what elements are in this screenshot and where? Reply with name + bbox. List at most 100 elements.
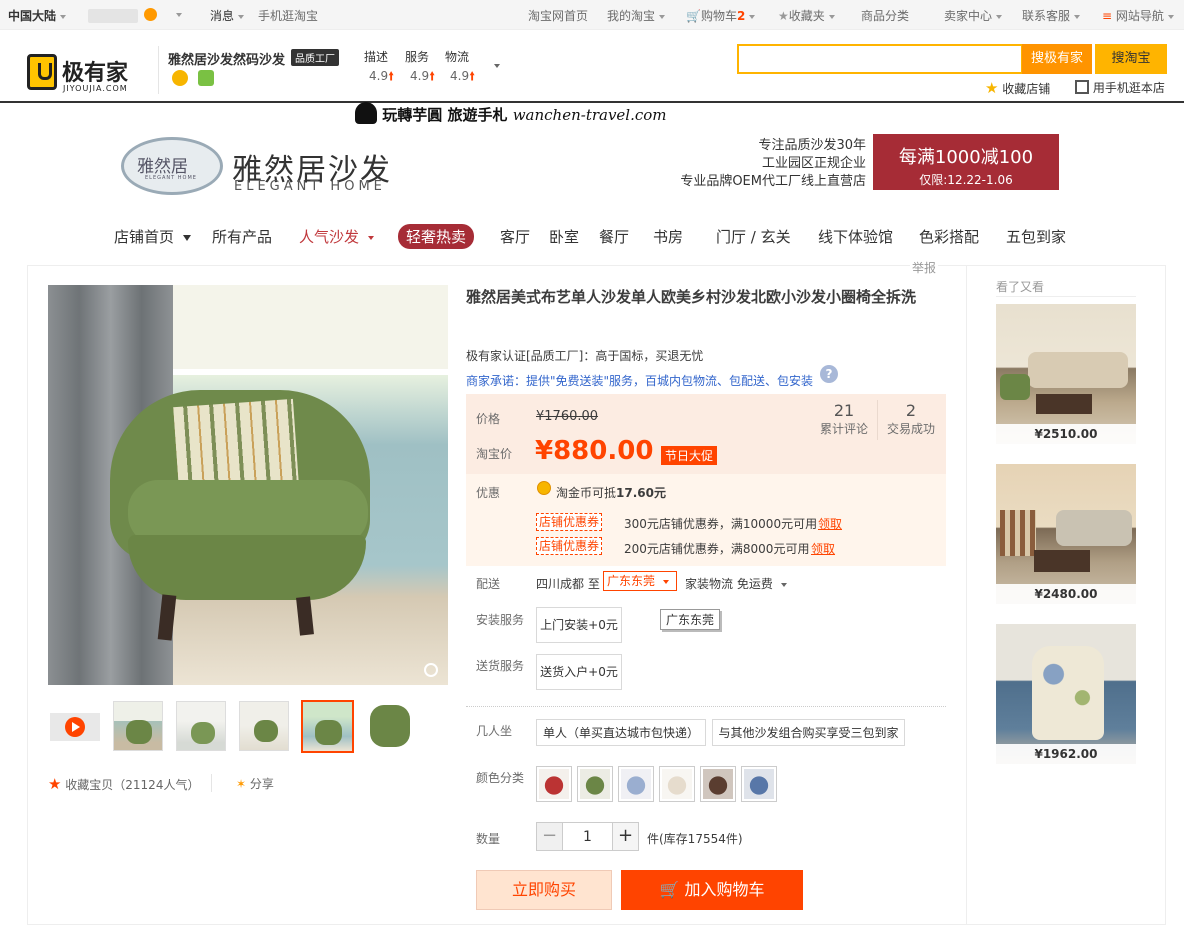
nav-entrance[interactable]: 门厅 / 玄关 [716, 226, 791, 247]
username-blurred[interactable] [88, 9, 138, 23]
menu-icon: ≡ [1102, 9, 1113, 23]
nav-light-luxury[interactable]: 轻奢热卖 [398, 224, 475, 249]
main-product-image[interactable] [48, 285, 448, 685]
pig-icon [355, 102, 377, 124]
seller-promise[interactable]: 商家承诺：提供"免费送装"服务，百城内包物流、包配送、包安装 [466, 372, 813, 389]
color-swatch-green[interactable] [577, 766, 613, 802]
up-arrow-icon: 🠙 [469, 69, 476, 83]
thumb-2[interactable] [176, 701, 226, 751]
search-input[interactable] [737, 44, 1023, 74]
color-swatch-floral[interactable] [741, 766, 777, 802]
watermark: 玩轉芋圓 旅遊手札 wanchen-travel.com [355, 102, 667, 125]
customer-service-link[interactable]: 联系客服 [1022, 7, 1081, 24]
seat-option-single[interactable]: 单人（单买直达城市包快递） [536, 719, 706, 746]
nav-all-products[interactable]: 所有产品 [212, 226, 272, 247]
delivery-destination-select[interactable]: 广东东莞 [603, 571, 677, 591]
nav-bedroom[interactable]: 卧室 [549, 226, 579, 247]
festival-sale-badge: 节日大促 [661, 446, 718, 465]
buy-now-button[interactable]: 立即购买 [476, 870, 612, 910]
star-icon: ★ [985, 79, 999, 97]
site-nav-link[interactable]: ≡ 网站导航 [1102, 7, 1174, 24]
shop-name[interactable]: 雅然居沙发然码沙发 [168, 49, 285, 68]
color-label: 颜色分类 [476, 771, 525, 785]
brand-oval-text: 雅然居 [137, 157, 188, 177]
recommend-item-3[interactable]: ¥1962.00 [996, 624, 1136, 764]
categories-link[interactable]: 商品分类 [861, 7, 909, 24]
nav-living-room[interactable]: 客厅 [500, 226, 530, 247]
add-to-cart-button[interactable]: 🛒 加入购物车 [621, 870, 803, 910]
install-option[interactable]: 上门安装+0元 [536, 607, 622, 643]
quality-factory-badge: 品质工厂 [291, 49, 339, 66]
seat-option-combo[interactable]: 与其他沙发组合购买享受三包到家 [712, 719, 905, 746]
gold-medal-icon [172, 70, 188, 86]
price-label: 价格 [476, 412, 501, 426]
promo-banner[interactable]: 每满1000减100 仅限:12.22-1.06 [873, 134, 1059, 190]
thumb-3[interactable] [239, 701, 289, 751]
qty-plus-button[interactable]: + [612, 822, 639, 851]
stock-text: 件(库存17554件) [647, 832, 743, 846]
mobile-shop-link[interactable]: 用手机逛本店 [1075, 79, 1165, 96]
coin-icon [537, 481, 551, 495]
delivery-from: 四川成都 至 [536, 577, 600, 591]
delivery-method[interactable]: 家装物流 免运费 [685, 575, 787, 592]
nav-home[interactable]: 店铺首页 [114, 226, 191, 247]
cart-icon: 🛒 [686, 9, 701, 23]
user-dropdown-chevron-icon[interactable] [172, 7, 182, 21]
messages-link[interactable]: 消息 [210, 7, 245, 24]
up-arrow-icon: 🠙 [429, 69, 436, 83]
color-swatch-blue-stripe[interactable] [618, 766, 654, 802]
delivery-label: 配送 [476, 577, 501, 591]
share-link[interactable]: ✶ 分享 [236, 775, 274, 792]
seller-center-link[interactable]: 卖家中心 [944, 7, 1003, 24]
qty-minus-button[interactable]: − [536, 822, 563, 851]
color-swatch-brown[interactable] [700, 766, 736, 802]
help-icon[interactable]: ? [820, 365, 838, 383]
search-jiyoujia-button[interactable]: 搜极有家 [1022, 44, 1092, 74]
divider [996, 296, 1136, 297]
nav-delivery[interactable]: 五包到家 [1006, 226, 1066, 247]
claim-coupon-2-button[interactable]: 领取 [811, 540, 835, 557]
qty-label: 数量 [476, 832, 501, 846]
coins-text: 淘金币可抵17.60元 [556, 486, 666, 500]
guarantee-icon [198, 70, 214, 86]
search-taobao-button[interactable]: 搜淘宝 [1095, 44, 1167, 74]
nav-popular-sofa[interactable]: 人气沙发 [299, 226, 374, 247]
divider [211, 774, 212, 792]
recommend-item-2[interactable]: ¥2480.00 [996, 464, 1136, 604]
claim-coupon-1-button[interactable]: 领取 [818, 515, 842, 532]
reviews-stat[interactable]: 21 累计评论 [812, 401, 876, 437]
thumb-1[interactable] [113, 701, 163, 751]
coupon-tag-2: 店铺优惠券 [536, 537, 603, 555]
brand-slogans: 专注品质沙发30年 工业园区正规企业 专业品牌OEM代工厂线上直营店 [680, 138, 866, 189]
favorite-shop-link[interactable]: ★ 收藏店铺 [985, 79, 1050, 97]
zoom-icon[interactable] [424, 663, 438, 677]
ratings-dropdown-chevron-icon[interactable] [490, 58, 500, 72]
location-tooltip: 广东东莞 [660, 609, 721, 630]
region-selector[interactable]: 中国大陆 [8, 7, 67, 24]
logo-text[interactable]: 极有家 [62, 55, 128, 87]
favorites-link[interactable]: ★收藏夹 [778, 7, 835, 24]
thumb-5[interactable] [364, 701, 414, 751]
thumb-4-selected[interactable] [301, 700, 354, 753]
nav-study[interactable]: 书房 [653, 226, 683, 247]
mobile-taobao-link[interactable]: 手机逛淘宝 [258, 7, 318, 24]
qty-input[interactable]: 1 [562, 822, 613, 851]
recommend-price-3: ¥1962.00 [996, 744, 1136, 764]
divider [877, 400, 878, 440]
nav-color-match[interactable]: 色彩搭配 [919, 226, 979, 247]
recommend-item-1[interactable]: ¥2510.00 [996, 304, 1136, 444]
video-thumb[interactable] [50, 713, 100, 741]
my-taobao-link[interactable]: 我的淘宝 [607, 7, 666, 24]
send-option[interactable]: 送货入户+0元 [536, 654, 622, 690]
cart-link[interactable]: 🛒购物车2 [686, 7, 756, 24]
nav-dining[interactable]: 餐厅 [599, 226, 629, 247]
favorite-item-link[interactable]: ★ 收藏宝贝（21124人气） [48, 775, 199, 793]
jiyoujia-logo-icon[interactable] [27, 54, 57, 90]
coupon-text-1: 300元店铺优惠券，满10000元可用 [624, 517, 818, 531]
color-swatch-red[interactable] [536, 766, 572, 802]
color-swatch-beige[interactable] [659, 766, 695, 802]
brand-oval-subtext: ELEGANT HOME [145, 175, 197, 181]
nav-offline-store[interactable]: 线下体验馆 [818, 226, 893, 247]
taobao-home-link[interactable]: 淘宝网首页 [528, 7, 588, 24]
report-link[interactable]: 举报 [910, 259, 939, 276]
